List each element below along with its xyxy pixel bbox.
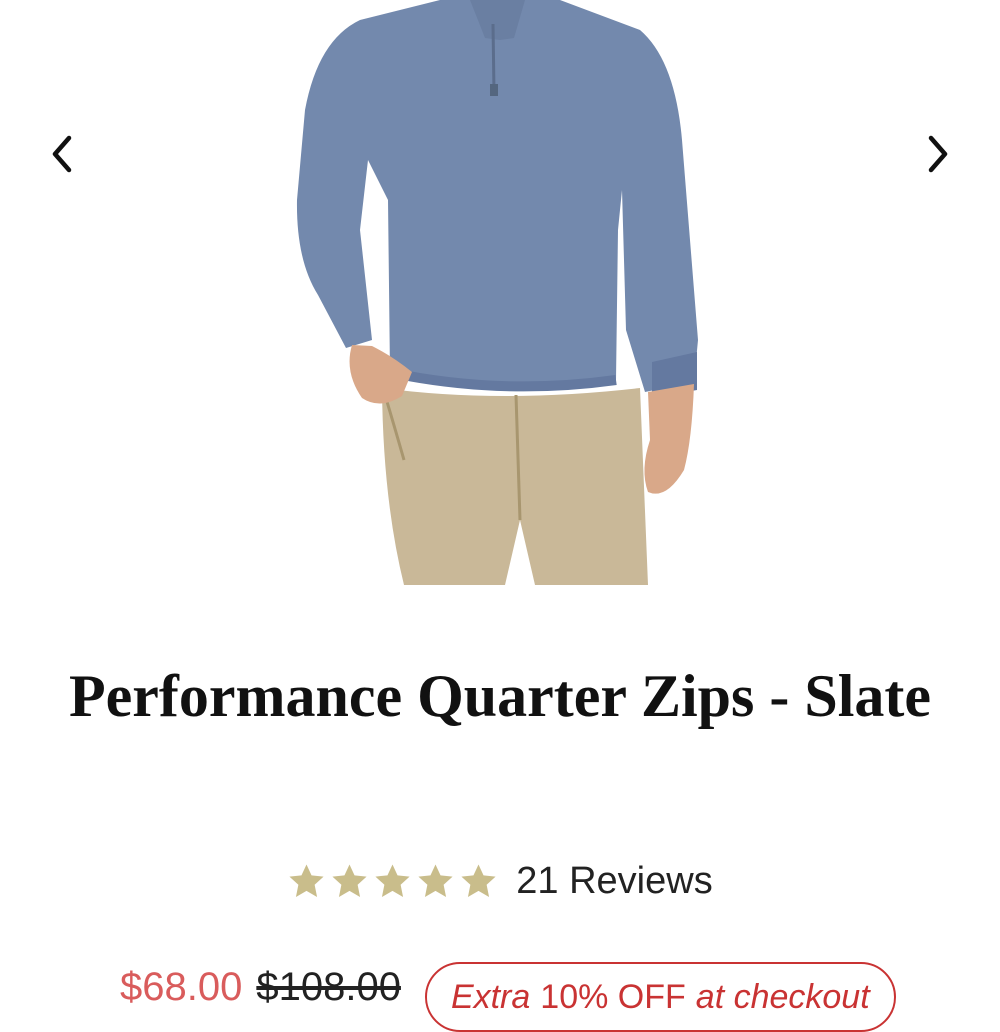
product-title: Performance Quarter Zips - Slate [68, 663, 931, 729]
star-icon [418, 864, 453, 897]
chevron-left-icon [52, 135, 72, 173]
star-icon [332, 864, 367, 897]
star-icon [461, 864, 496, 897]
reviews-link[interactable]: 21 Reviews [516, 860, 712, 903]
next-image-button[interactable] [910, 126, 966, 182]
product-photo [296, 0, 698, 585]
star-icon [375, 864, 410, 897]
price-row: $68.00 $108.00 Extra 10% OFF at checkout [120, 952, 896, 1032]
rating-stars [287, 862, 498, 901]
chevron-right-icon [928, 135, 948, 173]
promo-prefix: Extra [450, 977, 531, 1016]
star-icon [289, 864, 324, 897]
sale-price: $68.00 [120, 964, 243, 1009]
original-price: $108.00 [256, 964, 401, 1009]
product-rating[interactable]: 21 Reviews [0, 860, 1000, 903]
promo-suffix: at checkout [695, 977, 870, 1016]
promo-highlight: 10% OFF [540, 977, 686, 1016]
promo-badge: Extra 10% OFF at checkout [424, 962, 896, 1032]
product-image-gallery[interactable] [0, 0, 1000, 600]
previous-image-button[interactable] [34, 126, 90, 182]
